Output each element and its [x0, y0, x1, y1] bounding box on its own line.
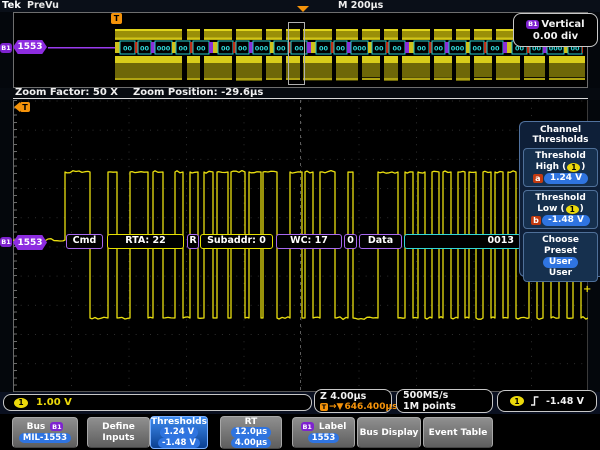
tek-logo: Tek	[2, 0, 21, 11]
acquisition-status: PreVu	[27, 0, 59, 11]
preset-selected[interactable]: User	[543, 257, 578, 268]
trigger-position-icon: T	[111, 13, 122, 24]
svg-text:00: 00	[276, 45, 286, 53]
knob-1-icon: 1	[567, 163, 580, 172]
choose-preset-title: Choose Preset	[525, 235, 596, 257]
decode-field: RTA: 22	[107, 234, 184, 249]
channel-thresholds-panel: Channel Thresholds Threshold High (1) a …	[519, 121, 600, 277]
ch1-scale-readout: 1 1.00 V	[3, 394, 312, 411]
svg-text:00: 00	[374, 45, 384, 53]
menu-bus-display-button[interactable]: Bus Display	[357, 417, 421, 448]
preset-current: User	[525, 268, 596, 279]
delay-value: 646.400µs	[344, 402, 397, 412]
trigger-source-badge: 1	[510, 396, 524, 406]
overview-bus-channel-badge: B1	[0, 43, 12, 53]
threshold-low-value: -1.48 V	[542, 215, 590, 226]
svg-text:00: 00	[490, 45, 500, 53]
svg-text:00: 00	[336, 45, 346, 53]
zoom-window-bracket[interactable]	[288, 22, 305, 85]
threshold-low-line1: Threshold	[525, 193, 596, 204]
vertical-value: 0.00 div	[533, 31, 578, 42]
decode-field: Cmd	[66, 234, 103, 249]
svg-text:00: 00	[196, 45, 206, 53]
threshold-level-marker-icon: +	[583, 284, 591, 295]
menu-label-button[interactable]: B1 Label 1553	[292, 417, 355, 448]
svg-text:000: 000	[255, 45, 269, 53]
multipurpose-a-badge: a	[533, 174, 543, 183]
decode-bar-fields: Cmd RTA: 22RSubaddr: 0WC: 170Data0013	[0, 234, 600, 250]
decode-bus-channel-badge: B1	[0, 237, 12, 247]
record-length-value: 1M points	[403, 401, 456, 412]
svg-text:000: 000	[353, 45, 367, 53]
channel-b1-badge: B1	[526, 20, 539, 29]
svg-text:00: 00	[221, 45, 231, 53]
rt-value1-pill: 12.0µs	[231, 427, 271, 438]
threshold-high-pill: 1.24 V	[160, 427, 199, 438]
svg-text:00: 00	[238, 45, 248, 53]
svg-text:00: 00	[123, 45, 133, 53]
ch1-scale-value: 1.00 V	[36, 397, 72, 408]
zoom-factor-label: Zoom Factor: 50 X	[15, 87, 118, 98]
decode-field: 0013	[404, 234, 521, 249]
svg-text:00: 00	[178, 45, 188, 53]
menu-define-inputs-button[interactable]: Define Inputs	[87, 417, 150, 448]
svg-text:00: 00	[140, 45, 150, 53]
svg-text:00: 00	[417, 45, 427, 53]
threshold-low-pill: -1.48 V	[158, 438, 200, 449]
decode-field: R	[187, 234, 199, 249]
expansion-point-icon	[297, 6, 309, 12]
decode-field: Subaddr: 0	[200, 234, 273, 249]
multipurpose-b-badge: b	[531, 216, 541, 225]
decode-field: 0	[344, 234, 357, 249]
bus-type-value: MIL-1553	[19, 433, 71, 444]
zoom-scale-readout: Z 4.00µs T→▼646.400µs	[314, 389, 392, 413]
menu-event-table-button[interactable]: Event Table	[423, 417, 493, 448]
trigger-t-icon: T	[320, 403, 328, 411]
bus-label-pill: 1553	[308, 433, 340, 444]
menu-rt-button[interactable]: RT 12.0µs 4.00µs	[220, 416, 282, 449]
sample-rate-value: 500MS/s	[403, 390, 448, 401]
threshold-high-value: 1.24 V	[544, 173, 588, 184]
acquisition-readout: 500MS/s 1M points	[396, 389, 493, 413]
decode-bus-label-badge: 1553	[13, 235, 47, 250]
svg-text:00: 00	[472, 45, 482, 53]
rt-value2-pill: 4.00µs	[231, 438, 271, 449]
timebase-readout: M 200µs	[338, 0, 383, 11]
threshold-high-section[interactable]: Threshold High (1) a 1.24 V	[523, 148, 598, 187]
rising-edge-icon	[530, 396, 540, 406]
vertical-label: Vertical	[541, 19, 584, 30]
threshold-low-section[interactable]: Threshold Low (1) b -1.48 V	[523, 190, 598, 229]
vertical-position-readout: B1 Vertical 0.00 div	[513, 13, 598, 47]
svg-text:00: 00	[319, 45, 329, 53]
ch1-badge: 1	[14, 398, 28, 408]
overview-bus-label-badge: 1553	[13, 40, 47, 54]
oscilloscope-screen: Tek PreVu M 200µs 0000000000000000000000…	[0, 0, 600, 450]
svg-text:000: 000	[451, 45, 465, 53]
menu-thresholds-button[interactable]: Thresholds 1.24 V -1.48 V	[150, 416, 208, 449]
trigger-level-value: -1.48 V	[546, 396, 584, 407]
svg-text:00: 00	[434, 45, 444, 53]
zoom-bar-divider	[13, 98, 588, 99]
knob-1-icon: 1	[566, 205, 579, 214]
panel-title: Channel Thresholds	[523, 125, 598, 145]
delay-readout: T→▼646.400µs	[320, 402, 397, 412]
b1-badge: B1	[50, 422, 63, 431]
zoom-position-label: Zoom Position: -29.6µs	[133, 87, 263, 98]
menu-bus-button[interactable]: Bus B1 MIL-1553	[12, 417, 78, 448]
decode-field: WC: 17	[276, 234, 342, 249]
b1-badge: B1	[301, 422, 314, 431]
threshold-high-line1: Threshold	[525, 151, 596, 162]
choose-preset-section[interactable]: Choose Preset User User	[523, 232, 598, 282]
svg-text:00: 00	[392, 45, 402, 53]
svg-text:000: 000	[157, 45, 171, 53]
decode-field: Data	[359, 234, 402, 249]
zoom-scale-value: Z 4.00µs	[320, 391, 366, 402]
trigger-level-readout: 1 -1.48 V	[497, 390, 597, 412]
